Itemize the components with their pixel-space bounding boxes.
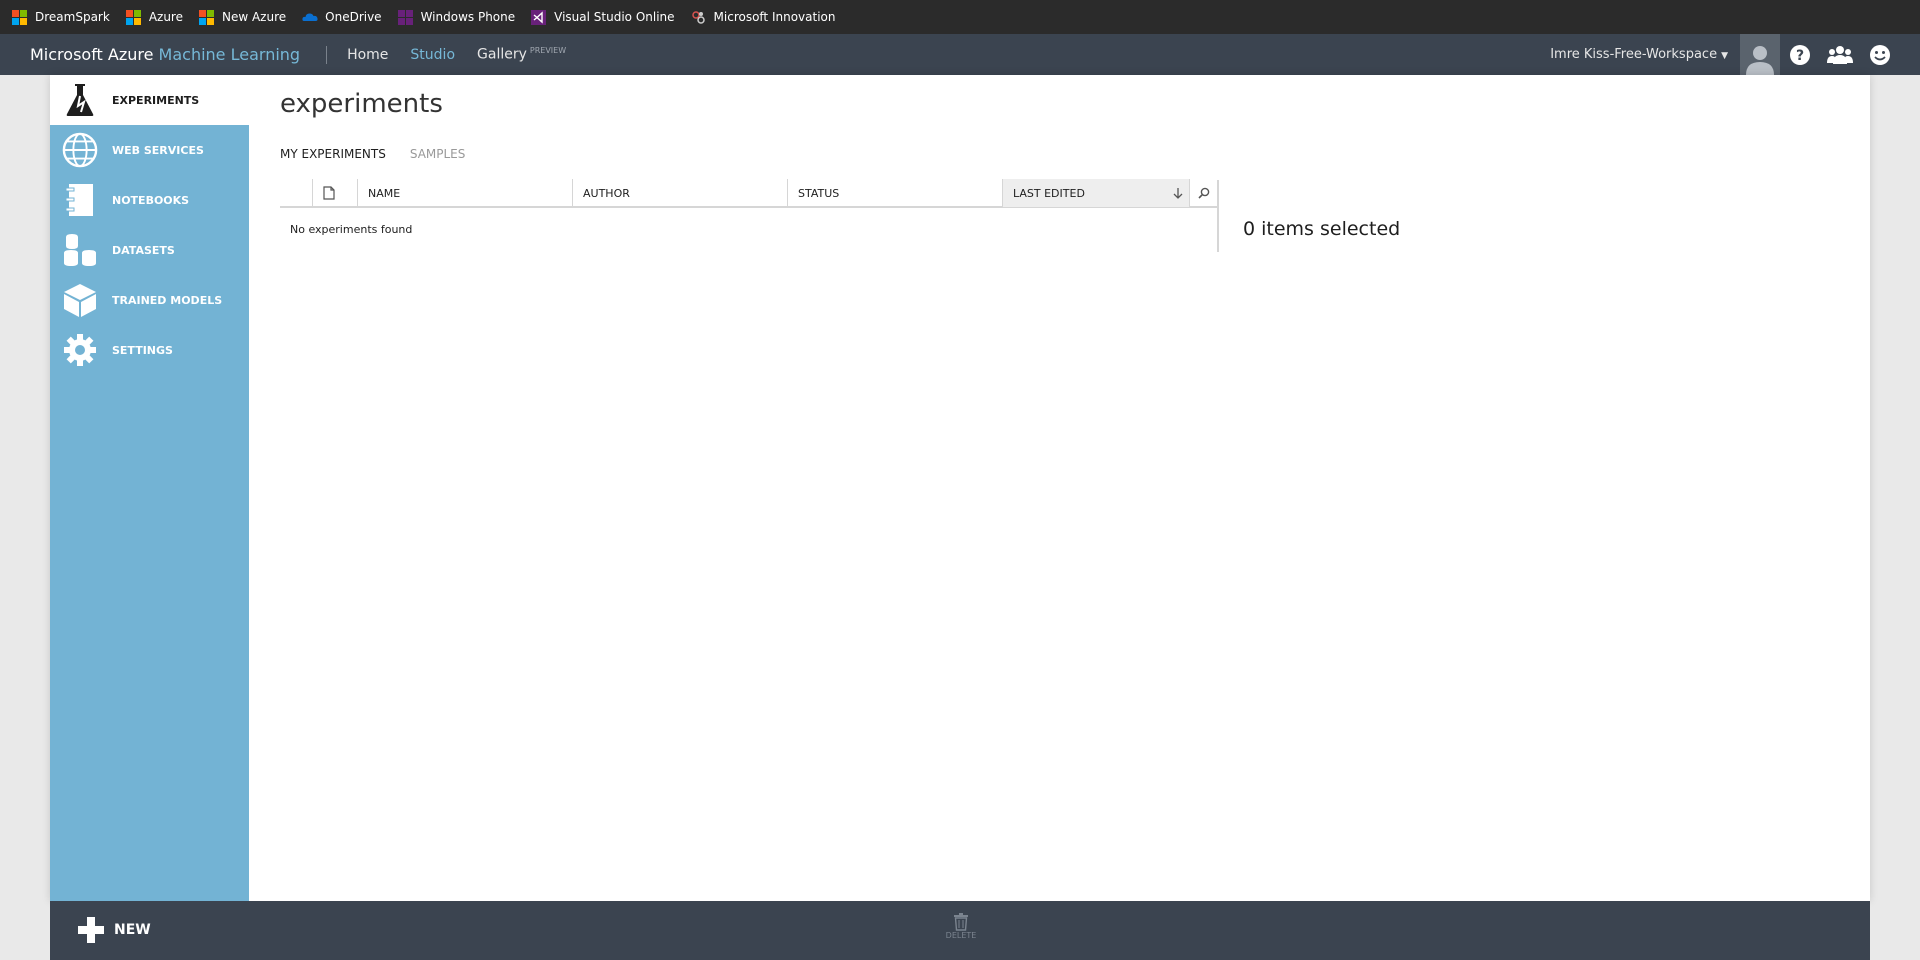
grid-divider [1217, 180, 1219, 252]
workspace-name: Imre Kiss-Free-Workspace [1550, 47, 1718, 62]
bookmark-new-azure[interactable]: New Azure [198, 9, 287, 25]
nav-studio[interactable]: Studio [410, 47, 455, 63]
search-icon [1197, 187, 1209, 199]
new-button-label: NEW [114, 922, 151, 938]
chevron-down-icon: ▼ [1721, 51, 1728, 61]
bookmark-label: Windows Phone [420, 10, 516, 24]
main-page: EXPERIMENTS WEB SERVICES NOTEBOOKS DATAS… [50, 75, 1870, 901]
avatar[interactable] [1740, 34, 1780, 75]
sidebar-item-datasets[interactable]: DATASETS [50, 225, 249, 275]
brand-title[interactable]: Microsoft Azure Machine Learning [0, 45, 300, 64]
experiments-grid: NAME AUTHOR STATUS LAST EDITED No experi… [280, 179, 1217, 236]
selection-summary: 0 items selected [1243, 218, 1401, 240]
main-content: experiments MY EXPERIMENTS SAMPLES NAME … [280, 75, 1870, 901]
user-silhouette-icon [1746, 46, 1774, 75]
delete-button-label: DELETE [945, 931, 977, 940]
sidebar-item-label: EXPERIMENTS [112, 93, 200, 107]
bookmark-azure[interactable]: Azure [125, 9, 183, 25]
new-button[interactable]: NEW [78, 917, 151, 943]
datasets-icon [62, 230, 98, 270]
plus-icon [78, 917, 104, 943]
header-right: Imre Kiss-Free-Workspace ▼ ? [1550, 34, 1900, 75]
sidebar-item-experiments[interactable]: EXPERIMENTS [50, 75, 249, 125]
bookmark-onedrive[interactable]: OneDrive [302, 10, 382, 25]
onedrive-icon [302, 10, 318, 25]
bookmark-visual-studio-online[interactable]: Visual Studio Online [531, 9, 675, 25]
select-all-cell[interactable] [280, 179, 312, 207]
microsoft-logo-icon [125, 9, 141, 25]
column-status[interactable]: STATUS [787, 179, 1002, 207]
column-last-edited-label: LAST EDITED [1013, 186, 1085, 200]
grid-search-button[interactable] [1189, 179, 1217, 207]
preview-badge: PREVIEW [529, 46, 567, 56]
brand-main: Microsoft Azure [30, 45, 159, 64]
tab-samples[interactable]: SAMPLES [410, 147, 466, 161]
cube-icon [62, 280, 98, 320]
nav-home[interactable]: Home [347, 47, 388, 63]
svg-text:?: ? [1796, 48, 1804, 64]
command-bar: NEW DELETE [50, 901, 1870, 960]
page-title: experiments [280, 89, 443, 119]
bookmark-label: Microsoft Innovation [713, 10, 836, 24]
people-icon [1827, 45, 1853, 64]
help-icon: ? [1790, 44, 1810, 65]
grid-header: NAME AUTHOR STATUS LAST EDITED [280, 179, 1217, 208]
bookmarks-bar: DreamSpark Azure New Azure OneDrive Wind… [0, 0, 1920, 34]
experiment-tabs: MY EXPERIMENTS SAMPLES [280, 147, 489, 161]
flask-icon [62, 80, 98, 120]
bookmark-label: Azure [148, 10, 183, 24]
feedback-button[interactable] [1860, 34, 1900, 75]
sidebar: EXPERIMENTS WEB SERVICES NOTEBOOKS DATAS… [50, 75, 249, 901]
brand-accent: Machine Learning [158, 45, 301, 64]
microsoft-logo-icon [12, 9, 27, 25]
globe-icon [62, 130, 98, 170]
bookmark-label: DreamSpark [35, 10, 110, 24]
windows-phone-icon [397, 9, 413, 25]
bookmark-label: OneDrive [325, 10, 382, 24]
tab-my-experiments[interactable]: MY EXPERIMENTS [280, 147, 386, 161]
empty-message: No experiments found [290, 223, 413, 236]
sidebar-item-label: WEB SERVICES [112, 143, 204, 157]
trash-icon [954, 913, 968, 931]
notebook-icon [62, 180, 98, 220]
microsoft-logo-icon [198, 9, 214, 25]
nav-gallery-label: Gallery [477, 46, 527, 63]
workspace-selector[interactable]: Imre Kiss-Free-Workspace ▼ [1550, 47, 1728, 62]
column-name[interactable]: NAME [357, 179, 572, 207]
nav-gallery[interactable]: Gallery PREVIEW [477, 46, 566, 63]
help-button[interactable]: ? [1780, 34, 1820, 75]
sidebar-item-label: DATASETS [112, 243, 175, 257]
sidebar-item-web-services[interactable]: WEB SERVICES [50, 125, 249, 175]
delete-button[interactable]: DELETE [943, 913, 979, 940]
sidebar-item-label: TRAINED MODELS [112, 293, 223, 307]
gear-icon [62, 330, 98, 370]
column-type[interactable] [312, 179, 357, 207]
document-icon [323, 186, 335, 200]
sidebar-item-label: SETTINGS [112, 343, 173, 357]
header-divider [326, 45, 328, 64]
bookmark-dreamspark[interactable]: DreamSpark [12, 9, 110, 25]
bookmark-microsoft-innovation[interactable]: Microsoft Innovation [691, 10, 836, 25]
visual-studio-icon [531, 9, 547, 25]
column-author[interactable]: AUTHOR [572, 179, 787, 207]
bookmark-label: Visual Studio Online [554, 10, 675, 24]
sidebar-item-trained-models[interactable]: TRAINED MODELS [50, 275, 249, 325]
sidebar-item-settings[interactable]: SETTINGS [50, 325, 249, 375]
innovation-icon [691, 10, 706, 25]
bookmark-windows-phone[interactable]: Windows Phone [397, 9, 516, 25]
smiley-icon [1870, 44, 1890, 65]
bookmark-label: New Azure [221, 10, 287, 24]
community-button[interactable] [1820, 34, 1860, 75]
sidebar-item-notebooks[interactable]: NOTEBOOKS [50, 175, 249, 225]
app-header: Microsoft Azure Machine Learning Home St… [0, 34, 1920, 75]
column-last-edited[interactable]: LAST EDITED [1002, 179, 1189, 207]
sort-descending-icon [1173, 188, 1183, 199]
sidebar-item-label: NOTEBOOKS [112, 193, 190, 207]
